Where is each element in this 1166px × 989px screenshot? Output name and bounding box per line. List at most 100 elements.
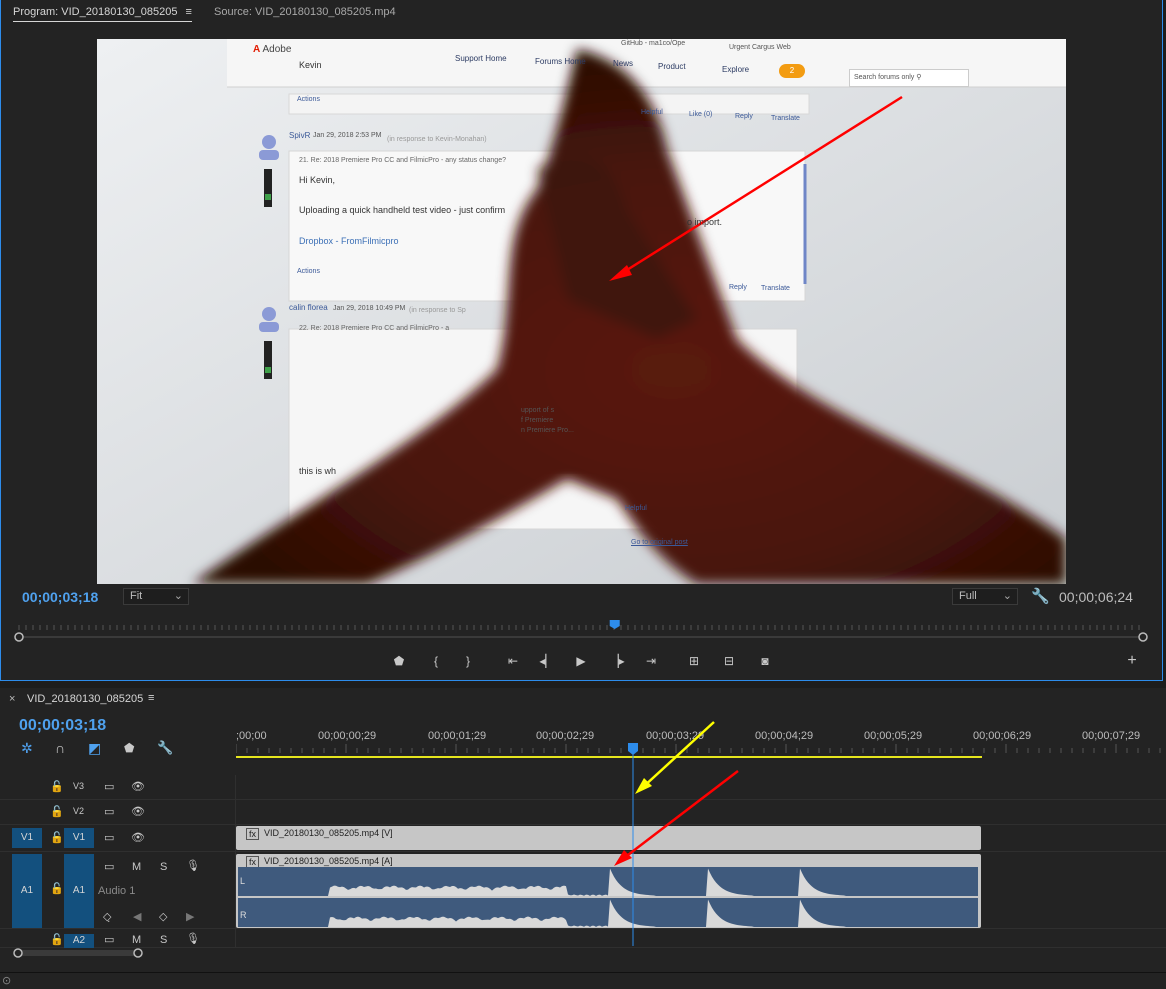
- monitor-duration: 00;00;06;24: [1059, 589, 1133, 605]
- next-keyframe-icon[interactable]: ▶: [186, 910, 194, 923]
- video-clip-name: VID_20180130_085205.mp4 [V]: [264, 828, 393, 838]
- solo-button-a2[interactable]: S: [160, 934, 167, 946]
- scrubber-end-handle: [1138, 632, 1148, 642]
- nav-support-home: Support Home: [455, 54, 507, 63]
- lock-icon[interactable]: 🔓: [50, 882, 64, 895]
- ruler-label-3: 00;00;02;29: [536, 730, 595, 742]
- audio-clip[interactable]: fx VID_20180130_085205.mp4 [A] L R: [236, 854, 981, 928]
- post-reply: Reply: [735, 113, 753, 120]
- settings-wrench-icon[interactable]: 🔧: [1031, 587, 1050, 605]
- sequence-tab[interactable]: VID_20180130_085205: [27, 693, 143, 705]
- sync-lock-icon[interactable]: ▭: [104, 831, 114, 844]
- play-icon: ▶: [576, 654, 586, 668]
- tab-program[interactable]: Program: VID_20180130_085205 ≡: [13, 6, 192, 22]
- post-date-calin: Jan 29, 2018 10:49 PM: [333, 305, 406, 312]
- post-author-spivr: SpivR: [289, 131, 311, 140]
- audio-clip-name: VID_20180130_085205.mp4 [A]: [264, 856, 393, 866]
- microphone-icon[interactable]: 🎙: [186, 859, 200, 872]
- lock-icon[interactable]: 🔓: [50, 831, 64, 844]
- monitor-playhead: [609, 620, 620, 629]
- monitor-tab-bar: Program: VID_20180130_085205 ≡ Source: VI…: [1, 0, 1162, 30]
- eye-icon[interactable]: 👁: [131, 805, 145, 818]
- track-a2: 🔓 A2 ▭ M S 🎙: [0, 931, 1166, 948]
- close-tab-icon[interactable]: ×: [9, 693, 15, 705]
- mark-in-button[interactable]: {: [427, 653, 445, 669]
- timeline-settings-wrench-icon[interactable]: 🔧: [157, 740, 173, 756]
- mark-out-button[interactable]: }: [459, 653, 477, 669]
- fx-badge: fx: [246, 828, 260, 840]
- post-author-calin: calin florea: [289, 303, 328, 312]
- lock-icon[interactable]: 🔓: [50, 780, 64, 793]
- program-monitor: Program: VID_20180130_085205 ≡ Source: VI…: [0, 0, 1163, 681]
- notification-badge: 2: [779, 64, 805, 78]
- add-marker-button[interactable]: ⬟: [390, 653, 408, 669]
- source-patch-a1[interactable]: A1: [12, 854, 42, 928]
- eye-icon[interactable]: 👁: [131, 831, 145, 844]
- sync-lock-icon[interactable]: ▭: [104, 780, 114, 793]
- step-back-button[interactable]: ◂▏: [538, 653, 556, 669]
- post-body-tail: o import.: [687, 217, 723, 227]
- post-reply-to-calin: (in response to Sp: [409, 307, 466, 314]
- go-to-in-button[interactable]: ⇤: [504, 653, 522, 669]
- panel-menu-icon[interactable]: ≡: [186, 6, 192, 18]
- extract-button[interactable]: ⊟: [720, 653, 738, 669]
- button-editor-add[interactable]: +: [1123, 653, 1141, 669]
- program-tab-label: Program: VID_20180130_085205: [13, 6, 178, 18]
- timeline-menu-icon[interactable]: ≡: [148, 692, 154, 704]
- add-keyframe-icon[interactable]: ◇: [159, 910, 167, 923]
- ruler-label-0: ;00;00: [236, 730, 267, 742]
- search-icon: ⚲: [916, 74, 922, 81]
- resolution-dropdown[interactable]: Full ⌄: [952, 588, 1018, 605]
- timeline-ruler-ticks[interactable]: [236, 744, 1166, 760]
- lock-icon[interactable]: 🔓: [50, 805, 64, 818]
- ruler-label-7: 00;00;06;29: [973, 730, 1032, 742]
- monitor-current-timecode[interactable]: 00;00;03;18: [22, 589, 98, 605]
- track-target-a1[interactable]: A1: [64, 854, 94, 928]
- lock-icon[interactable]: 🔓: [50, 933, 64, 946]
- zoom-level-dropdown[interactable]: Fit ⌄: [123, 588, 189, 605]
- post-reply-to-spivr: (in response to Kevin-Monahan): [387, 136, 487, 143]
- nav-forums-home: Forums Home: [535, 57, 586, 66]
- timeline-zoom-scrollbar[interactable]: [10, 946, 150, 960]
- source-patch-v1[interactable]: V1: [12, 828, 42, 848]
- video-clip[interactable]: fx VID_20180130_085205.mp4 [V]: [236, 826, 981, 850]
- mute-button[interactable]: M: [132, 861, 141, 873]
- go-to-out-button[interactable]: ⇥: [642, 653, 660, 669]
- add-marker-icon[interactable]: ⬟: [124, 741, 134, 755]
- nest-toggle-icon[interactable]: ✲: [21, 740, 33, 757]
- plus-icon: +: [1127, 652, 1137, 669]
- linked-selection-icon[interactable]: ◩: [88, 740, 101, 757]
- zoom-handle-left: [13, 948, 23, 958]
- channel-right-label: R: [240, 910, 247, 920]
- keyframe-toggle-icon[interactable]: ◇̣: [103, 910, 111, 923]
- post-reply-2: Reply: [729, 284, 747, 291]
- go-to-in-icon: ⇤: [507, 654, 519, 668]
- header-divider: [235, 775, 236, 948]
- prev-keyframe-icon[interactable]: ◀: [133, 910, 141, 923]
- play-button[interactable]: ▶: [572, 653, 590, 669]
- timeline-current-timecode[interactable]: 00;00;03;18: [19, 717, 106, 735]
- track-a1-name: Audio 1: [98, 885, 136, 897]
- tab-source[interactable]: Source: VID_20180130_085205.mp4: [214, 6, 396, 18]
- export-frame-button[interactable]: ◙: [756, 653, 774, 669]
- snap-magnet-icon[interactable]: ∩: [55, 740, 65, 756]
- sync-lock-icon[interactable]: ▭: [104, 933, 114, 946]
- microphone-icon[interactable]: 🎙: [186, 932, 200, 945]
- nav-product: Product: [658, 62, 686, 71]
- sync-lock-icon[interactable]: ▭: [104, 805, 114, 818]
- track-v1: V1 🔓 V1 ▭ 👁 fx VID_20180130_085205.mp4 […: [0, 825, 1166, 852]
- mute-button-a2[interactable]: M: [132, 934, 141, 946]
- audio-waveform: [238, 867, 978, 927]
- track-target-v1[interactable]: V1: [64, 828, 94, 848]
- adobe-logo: A Adobe: [253, 44, 292, 55]
- solo-button[interactable]: S: [160, 861, 167, 873]
- render-status-icon[interactable]: ⊙: [2, 974, 11, 987]
- step-forward-button[interactable]: ▕▸: [608, 653, 626, 669]
- monitor-scrubber[interactable]: [13, 620, 1151, 642]
- program-video-frame[interactable]: A Adobe Support Home Forums Home News Pr…: [97, 39, 1066, 584]
- track-v2-label: V2: [73, 806, 85, 816]
- lift-button[interactable]: ⊞: [685, 653, 703, 669]
- channel-left-label: L: [240, 876, 246, 886]
- eye-icon[interactable]: 👁: [131, 780, 145, 793]
- sync-lock-icon[interactable]: ▭: [104, 860, 114, 873]
